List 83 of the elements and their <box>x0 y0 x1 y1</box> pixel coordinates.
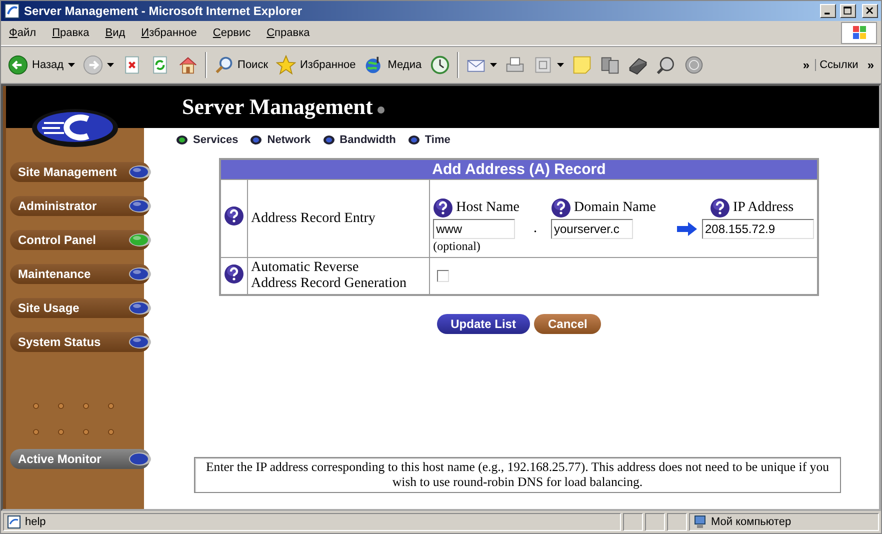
dot-icon <box>128 165 152 179</box>
caret-icon[interactable] <box>68 63 75 67</box>
bullet-icon <box>376 106 385 114</box>
dot-icon <box>128 233 152 247</box>
maximize-icon[interactable] <box>840 4 856 18</box>
dot-icon <box>128 335 152 349</box>
tab[interactable]: Time <box>408 134 450 146</box>
form-title: Add Address (A) Record <box>220 159 818 180</box>
dot-icon <box>408 135 420 145</box>
tab[interactable]: Bandwidth <box>322 134 396 146</box>
favorites-icon <box>276 55 296 75</box>
tab[interactable]: Services <box>176 134 238 146</box>
active-monitor-button[interactable]: Active Monitor <box>10 449 150 469</box>
field-label: Host Name <box>456 200 520 216</box>
sidebar-item[interactable]: System Status <box>10 332 150 352</box>
ip-address-field[interactable]: 208.155.72.9 <box>702 219 814 239</box>
search-button[interactable]: Поиск <box>210 53 272 77</box>
help-icon[interactable] <box>550 198 571 218</box>
caret-icon[interactable] <box>490 63 497 67</box>
note-icon <box>572 55 592 75</box>
menu-item[interactable]: Файл <box>1 27 44 39</box>
caret-icon[interactable] <box>106 63 114 67</box>
dot-icon <box>128 267 152 281</box>
sidebar-item[interactable]: Maintenance <box>10 264 150 284</box>
dot-icon <box>128 452 152 466</box>
arrow-icon <box>676 222 698 236</box>
menu-item[interactable]: Сервис <box>204 27 259 39</box>
forward-icon <box>82 55 103 75</box>
dot-icon <box>176 135 188 145</box>
status-text: help <box>3 513 621 531</box>
help-icon[interactable] <box>710 198 730 218</box>
zone-indicator: Мой компьютер <box>689 513 879 531</box>
optional-note: (optional) <box>433 239 480 253</box>
links-button[interactable]: Ссылки <box>814 59 862 71</box>
logo-icon <box>30 108 120 148</box>
domain-name-field[interactable]: yourserver.c <box>550 219 633 239</box>
sidebar-item[interactable]: Control Panel <box>10 230 150 250</box>
sidebar-item[interactable]: Site Usage <box>10 298 150 318</box>
dot-icon <box>128 301 152 315</box>
status-pane <box>645 513 665 531</box>
field-label: Address Record Entry <box>251 210 376 226</box>
menu-item[interactable]: Справка <box>258 27 318 39</box>
minimize-icon[interactable] <box>820 4 836 18</box>
cancel-button[interactable]: Cancel <box>534 314 602 334</box>
help-icon[interactable] <box>224 206 244 226</box>
status-pane <box>667 513 687 531</box>
dot-icon <box>128 199 152 213</box>
home-icon <box>178 55 198 75</box>
menu-item[interactable]: Правка <box>44 27 98 39</box>
dot-separator: . <box>532 221 538 238</box>
menu-item[interactable]: Избранное <box>133 27 205 39</box>
dot-icon <box>322 135 335 145</box>
dot-icon <box>250 135 262 145</box>
tab[interactable]: Network <box>250 134 311 146</box>
field-label: IP Address <box>733 200 794 216</box>
menu-item[interactable]: Вид <box>97 27 134 39</box>
favorites-button[interactable]: Избранное <box>273 53 359 77</box>
sidebar-item[interactable]: Administrator <box>10 196 150 216</box>
sidebar-item[interactable]: Site Management <box>10 162 150 182</box>
links-overflow-button[interactable]: » <box>864 58 877 72</box>
back-button[interactable]: Назад <box>5 53 78 77</box>
help-icon[interactable] <box>433 198 454 218</box>
host-name-field[interactable]: www <box>433 219 516 239</box>
field-label: Automatic Reverse Address Record Generation <box>251 260 407 291</box>
update-button[interactable]: Update List <box>436 314 530 334</box>
browser-icon <box>4 3 20 19</box>
status-pane <box>623 513 643 531</box>
checkbox[interactable] <box>437 270 450 282</box>
back-icon <box>8 55 28 75</box>
print-icon <box>504 55 525 75</box>
window-title: Server Management - Microsoft Internet Explorer <box>24 4 304 18</box>
toolbar-overflow-button[interactable]: » <box>800 58 813 72</box>
page-title: Server Management <box>182 94 373 120</box>
close-icon[interactable] <box>862 4 878 18</box>
page-icon <box>7 515 21 529</box>
help-text: Enter the IP address corresponding to this host name (e.g., 192.168.25.77). This address does not need to be unique if you wish to use round-robin DNS for load balancing. <box>194 457 841 493</box>
history-icon <box>430 55 450 75</box>
search-icon <box>214 55 234 75</box>
field-label: Domain Name <box>574 200 656 216</box>
media-button[interactable]: Медиа <box>360 53 425 77</box>
help-icon[interactable] <box>224 264 244 284</box>
caret-icon[interactable] <box>556 63 564 67</box>
computer-icon <box>693 515 707 529</box>
